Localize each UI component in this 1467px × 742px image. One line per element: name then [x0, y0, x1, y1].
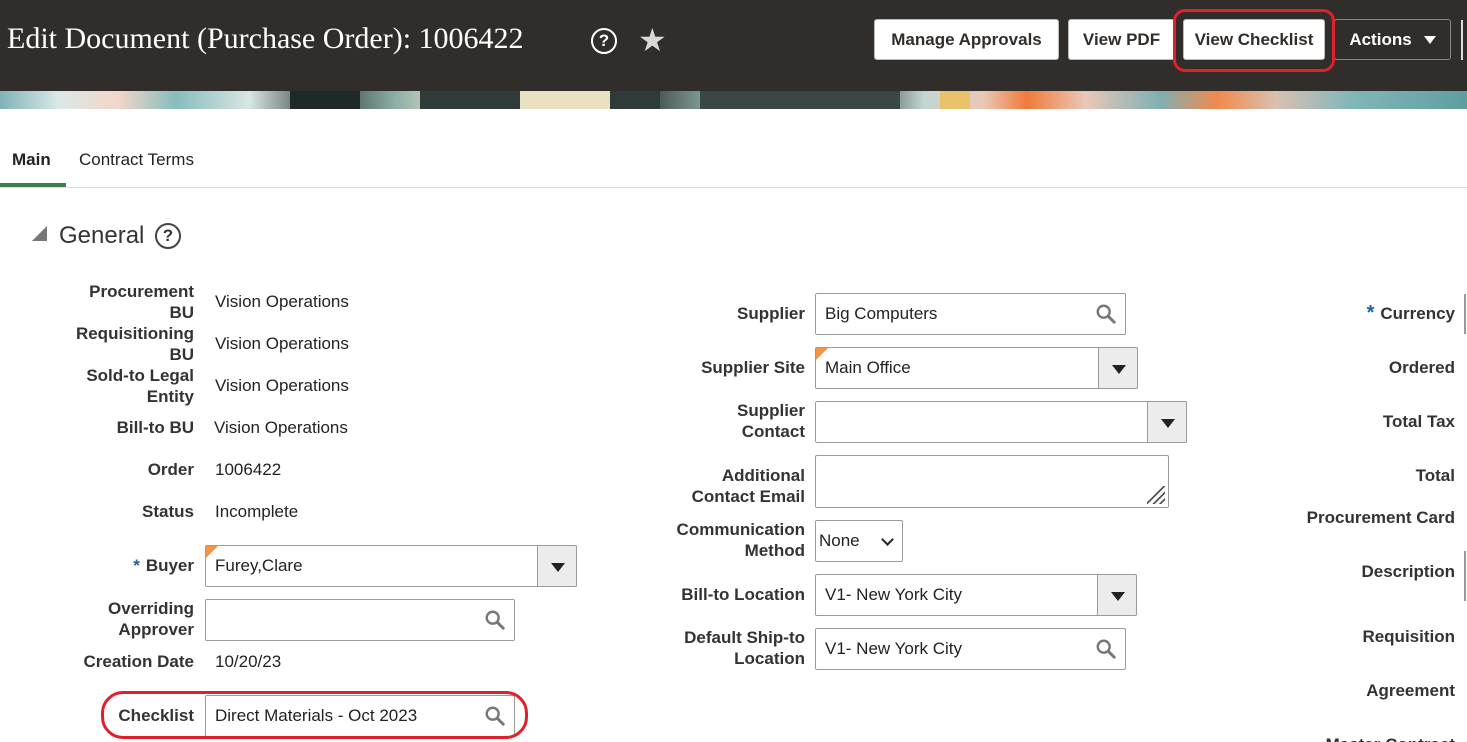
favorite-star-icon[interactable]: ★	[638, 22, 667, 58]
additional-contact-email-textarea[interactable]	[815, 455, 1169, 508]
tab-divider	[0, 187, 1467, 188]
buyer-label: * Buyer	[60, 555, 194, 576]
additional-contact-email-label: Additional Contact Email	[691, 466, 805, 506]
bill-to-location-field[interactable]: V1- New York City	[815, 574, 1137, 616]
order-value: 1006422	[215, 460, 282, 479]
bill-to-location-label: Bill-to Location	[681, 585, 805, 604]
procurement-card-label: Procurement Card	[1306, 508, 1455, 527]
view-checklist-button[interactable]: View Checklist	[1183, 19, 1325, 60]
currency-label-text: Currency	[1380, 304, 1455, 323]
communication-method-select[interactable]: None	[815, 520, 903, 562]
total-label: Total	[1415, 466, 1455, 485]
supplier-site-field[interactable]: Main Office	[815, 347, 1138, 389]
requisition-label: Requisition	[1362, 627, 1455, 646]
default-ship-to-location-value: V1- New York City	[825, 639, 962, 658]
description-label: Description	[1361, 562, 1455, 581]
buyer-dropdown-button[interactable]	[537, 545, 577, 587]
description-field-edge[interactable]	[1464, 551, 1466, 601]
creation-date-value: 10/20/23	[215, 652, 282, 671]
checklist-value: Direct Materials - Oct 2023	[215, 706, 418, 725]
bill-to-location-value: V1- New York City	[825, 585, 962, 604]
search-icon[interactable]	[1095, 303, 1117, 325]
bill-to-location-dropdown-button[interactable]	[1097, 574, 1137, 616]
checklist-field[interactable]: Direct Materials - Oct 2023	[205, 695, 515, 737]
creation-date-label: Creation Date	[83, 652, 194, 671]
supplier-value: Big Computers	[825, 304, 938, 323]
procurement-bu-value: Vision Operations	[215, 292, 349, 311]
supplier-contact-label: Supplier Contact	[736, 401, 805, 441]
help-icon[interactable]: ?	[591, 28, 617, 54]
search-icon[interactable]	[484, 609, 506, 631]
requisitioning-bu-label: Requisitioning BU	[75, 324, 194, 364]
master-contract-label: Master Contract	[1240, 734, 1455, 742]
supplier-contact-field[interactable]	[815, 401, 1187, 443]
buyer-value: Furey,Clare	[215, 556, 303, 575]
buyer-label-text: Buyer	[145, 556, 194, 575]
resize-grip-icon[interactable]	[1147, 486, 1165, 504]
required-marker: *	[133, 556, 140, 575]
tab-contract-terms[interactable]: Contract Terms	[79, 150, 194, 170]
actions-menu-button[interactable]: Actions	[1334, 19, 1451, 60]
header-edge-divider	[1461, 20, 1463, 60]
agreement-label: Agreement	[1366, 681, 1455, 700]
currency-label: * Currency	[1240, 303, 1455, 324]
currency-field-edge[interactable]	[1464, 294, 1466, 334]
caret-down-icon	[1423, 35, 1436, 44]
section-help-icon[interactable]: ?	[155, 223, 181, 249]
actions-label: Actions	[1349, 29, 1412, 49]
buyer-field[interactable]: Furey,Clare	[205, 545, 577, 587]
sold-to-legal-entity-label: Sold-to Legal Entity	[86, 366, 194, 406]
status-value: Incomplete	[215, 502, 299, 521]
bill-to-bu-value: Vision Operations	[214, 418, 348, 437]
supplier-site-label: Supplier Site	[701, 358, 805, 377]
status-label: Status	[142, 502, 194, 521]
chevron-down-icon	[881, 533, 894, 546]
requisitioning-bu-value: Vision Operations	[215, 334, 349, 353]
overriding-approver-label: Overriding Approver	[108, 599, 194, 639]
supplier-site-dropdown-button[interactable]	[1098, 347, 1138, 389]
search-icon[interactable]	[484, 705, 506, 727]
bill-to-bu-label: Bill-to BU	[116, 418, 194, 437]
page-header: Edit Document (Purchase Order): 1006422 …	[0, 0, 1467, 91]
collapse-triangle-icon[interactable]	[32, 226, 47, 241]
supplier-contact-dropdown-button[interactable]	[1147, 401, 1187, 443]
procurement-bu-label: Procurement BU	[89, 282, 194, 322]
checklist-label: Checklist	[118, 706, 194, 725]
default-ship-to-location-label: Default Ship-to Location	[684, 628, 805, 668]
total-tax-label: Total Tax	[1382, 412, 1455, 431]
default-ship-to-location-field[interactable]: V1- New York City	[815, 628, 1126, 670]
ordered-label: Ordered	[1388, 358, 1455, 377]
manage-approvals-button[interactable]: Manage Approvals	[874, 19, 1059, 60]
required-marker: *	[1366, 302, 1375, 324]
order-label: Order	[147, 460, 194, 479]
view-pdf-button[interactable]: View PDF	[1068, 19, 1175, 60]
page-title: Edit Document (Purchase Order): 1006422	[7, 22, 524, 55]
tab-main[interactable]: Main	[12, 150, 51, 170]
communication-method-value: None	[819, 531, 860, 550]
supplier-label: Supplier	[736, 304, 805, 323]
supplier-field[interactable]: Big Computers	[815, 293, 1126, 335]
search-icon[interactable]	[1095, 638, 1117, 660]
sold-to-legal-entity-value: Vision Operations	[215, 376, 349, 395]
supplier-site-value: Main Office	[825, 358, 911, 377]
section-title-general: General	[59, 222, 145, 249]
decorative-banner	[0, 91, 1467, 109]
overriding-approver-field[interactable]	[205, 599, 515, 641]
communication-method-label: Communication Method	[676, 520, 805, 560]
